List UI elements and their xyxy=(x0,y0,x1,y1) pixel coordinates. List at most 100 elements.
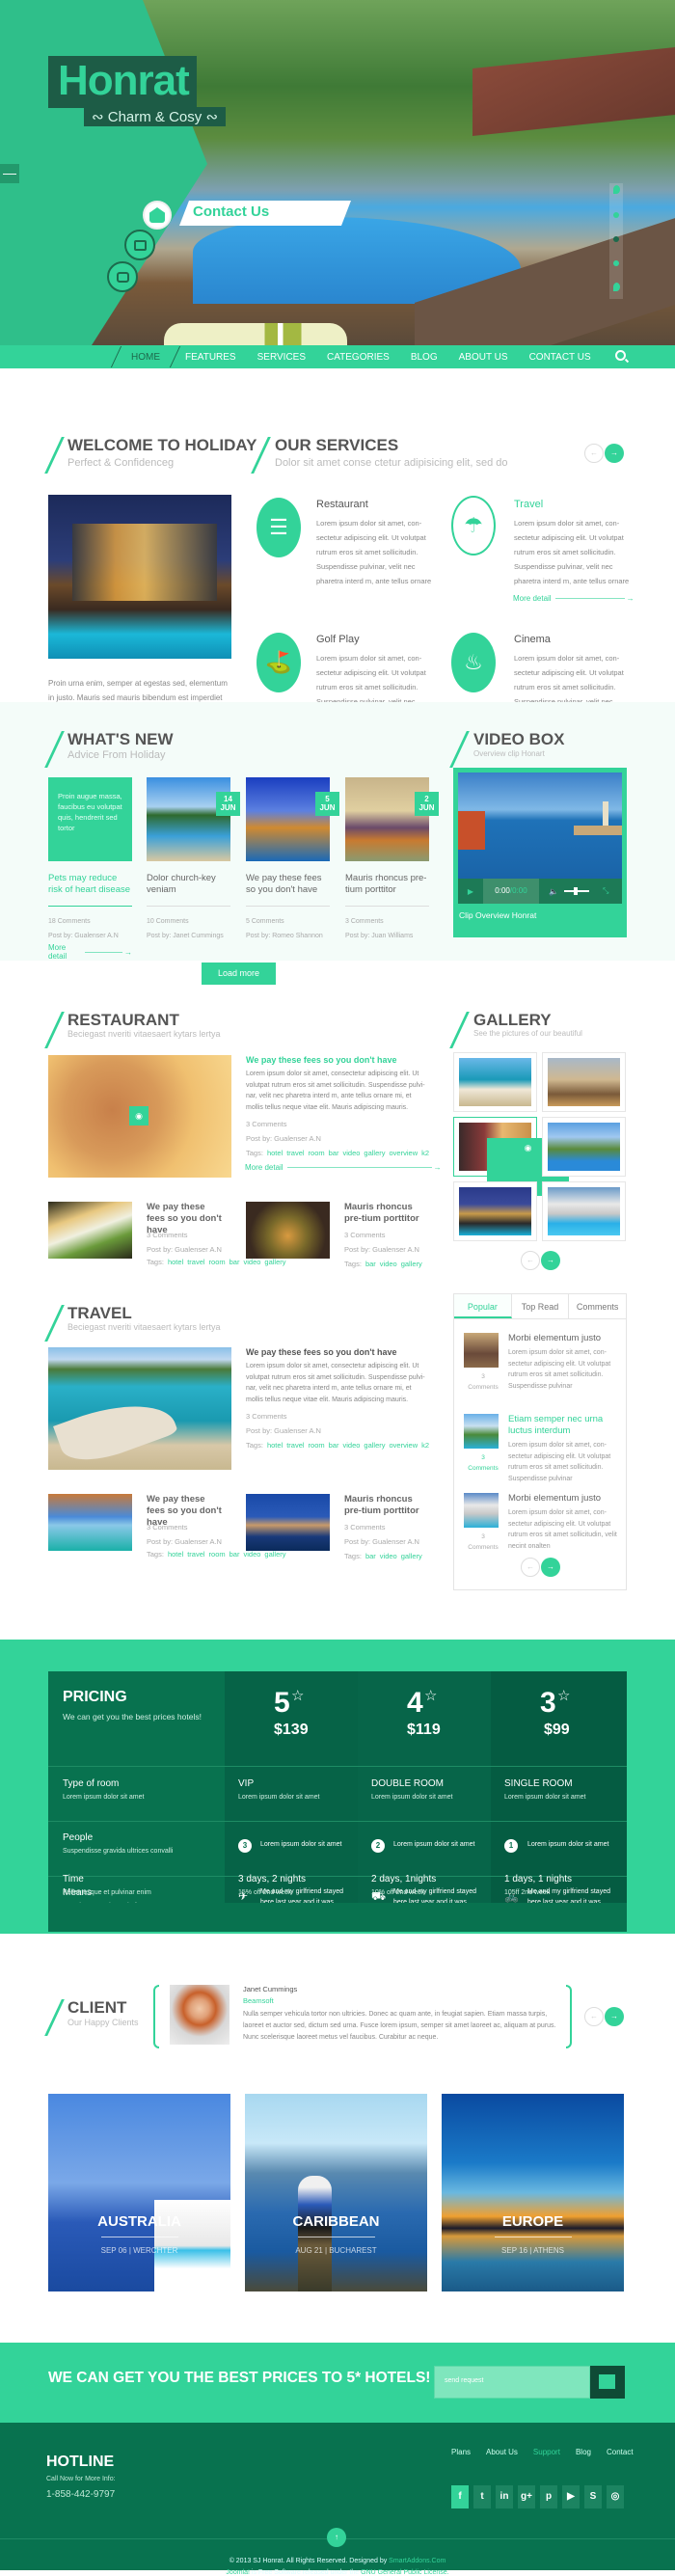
youtube-icon[interactable]: ▶ xyxy=(562,2485,580,2508)
article-title[interactable]: Mauris rhoncus pre-tium porttitor xyxy=(344,1202,426,1225)
article-thumb[interactable] xyxy=(48,1494,132,1551)
list-thumb[interactable] xyxy=(464,1333,499,1368)
volume-slider[interactable] xyxy=(563,887,589,895)
send-request-input[interactable]: send request xyxy=(434,2366,590,2399)
gallery-thumb[interactable] xyxy=(542,1117,626,1177)
pin-dot[interactable] xyxy=(613,236,619,242)
prev-button[interactable]: ← xyxy=(521,1251,540,1270)
list-title[interactable]: Morbi elementum justo xyxy=(508,1333,619,1344)
article-title[interactable]: We pay these fees so you don't have xyxy=(246,1347,397,1357)
list-title[interactable]: Etiam semper nec urna luctus interdum xyxy=(508,1414,619,1437)
prev-button[interactable]: ← xyxy=(584,2007,604,2026)
nav-home[interactable]: HOME xyxy=(127,352,164,363)
more-detail-link[interactable]: More detail → xyxy=(245,1163,442,1172)
twitter-icon[interactable]: t xyxy=(473,2485,491,2508)
logo[interactable]: Honrat xyxy=(48,56,197,108)
gallery-thumb[interactable]: ◉ xyxy=(453,1117,569,1196)
article-comments[interactable]: 3 Comments xyxy=(147,1228,188,1242)
side-panel-toggle[interactable]: — xyxy=(0,164,19,183)
nav-features[interactable]: FEATURES xyxy=(185,352,236,363)
nav-categories[interactable]: CATEGORIES xyxy=(327,352,390,363)
linkedin-icon[interactable]: in xyxy=(496,2485,513,2508)
next-button[interactable]: → xyxy=(605,444,624,463)
camera-icon[interactable] xyxy=(107,261,138,292)
footer-link-blog[interactable]: Blog xyxy=(576,2448,591,2456)
joomla-link[interactable]: Joomla! xyxy=(226,2569,250,2576)
dribbble-icon[interactable]: ◎ xyxy=(607,2485,624,2508)
restaurant-main-image[interactable]: ◉ xyxy=(48,1055,231,1178)
service-title[interactable]: Golf Play xyxy=(316,634,360,645)
list-thumb[interactable] xyxy=(464,1414,499,1449)
next-button[interactable]: → xyxy=(541,1558,560,1577)
news-card[interactable]: Proin augue massa, faucibus eu volutpat … xyxy=(48,777,132,961)
footer-link-about-us[interactable]: About Us xyxy=(486,2448,518,2456)
footer-link-plans[interactable]: Plans xyxy=(451,2448,471,2456)
article-comments[interactable]: 3 Comments xyxy=(147,1520,188,1534)
news-comments[interactable]: 5 Comments xyxy=(246,914,330,929)
more-detail-link[interactable]: More detail → xyxy=(513,594,634,603)
nav-contact-us[interactable]: CONTACT US xyxy=(529,352,591,363)
article-thumb[interactable] xyxy=(246,1202,330,1259)
tab-popular[interactable]: Popular xyxy=(454,1294,512,1318)
gallery-icon[interactable] xyxy=(124,230,155,260)
footer-link-contact[interactable]: Contact xyxy=(607,2448,634,2456)
article-thumb[interactable] xyxy=(48,1202,132,1259)
news-title[interactable]: Pets may reduce risk of heart disease xyxy=(48,873,132,896)
volume-icon[interactable]: 🔈 xyxy=(549,887,558,896)
destination-card-caribbean[interactable]: CARIBBEAN AUG 21 | BUCHAREST xyxy=(245,2094,427,2291)
facebook-icon[interactable]: f xyxy=(451,2485,469,2508)
pin-dot[interactable] xyxy=(613,260,619,266)
news-title[interactable]: Mauris rhoncus pre-tium porttitor xyxy=(345,873,429,896)
service-title[interactable]: Restaurant xyxy=(316,499,368,510)
more-detail-link[interactable]: More detail → xyxy=(48,943,132,961)
search-icon[interactable] xyxy=(615,350,626,361)
load-more-button[interactable]: Load more xyxy=(202,963,276,985)
googleplus-icon[interactable]: g+ xyxy=(518,2485,535,2508)
news-card[interactable]: 14 JUN Dolor church-key veniam 10 Comment… xyxy=(147,777,240,943)
pin-dot[interactable] xyxy=(613,212,619,218)
pinterest-icon[interactable]: p xyxy=(540,2485,557,2508)
article-comments[interactable]: 3 Comments xyxy=(344,1228,386,1242)
prev-button[interactable]: ← xyxy=(584,444,604,463)
footer-link-support[interactable]: Support xyxy=(533,2448,560,2456)
designer-link[interactable]: SmartAddons.Com xyxy=(389,2558,446,2564)
article-comments[interactable]: 3 Comments xyxy=(246,1117,287,1131)
back-to-top-button[interactable]: ↑ xyxy=(327,2528,346,2547)
news-comments[interactable]: 10 Comments xyxy=(147,914,230,929)
news-title[interactable]: Dolor church-key veniam xyxy=(147,873,230,896)
location-pin-icon[interactable] xyxy=(613,185,620,194)
next-button[interactable]: → xyxy=(605,2007,624,2026)
tab-comments[interactable]: Comments xyxy=(569,1294,626,1318)
video-player[interactable] xyxy=(458,773,622,879)
list-thumb[interactable] xyxy=(464,1493,499,1528)
news-comments[interactable]: 18 Comments xyxy=(48,914,132,929)
list-title[interactable]: Morbi elementum justo xyxy=(508,1493,619,1505)
service-title[interactable]: Travel xyxy=(514,499,543,510)
gallery-thumb[interactable] xyxy=(542,1052,626,1112)
tab-top-read[interactable]: Top Read xyxy=(512,1294,570,1318)
next-button[interactable]: → xyxy=(541,1251,560,1270)
contact-us-button[interactable]: Contact Us xyxy=(179,201,351,226)
travel-main-image[interactable] xyxy=(48,1347,231,1470)
eye-icon[interactable]: ◉ xyxy=(129,1106,148,1125)
gnu-license-link[interactable]: GNU General Public License. xyxy=(361,2569,448,2576)
play-icon[interactable]: ▶ xyxy=(458,887,483,896)
article-title[interactable]: We pay these fees so you don't have xyxy=(246,1055,397,1065)
skype-icon[interactable]: S xyxy=(584,2485,602,2508)
article-comments[interactable]: 3 Comments xyxy=(246,1409,287,1424)
news-card[interactable]: 2 JUN Mauris rhoncus pre-tium porttitor 3… xyxy=(345,777,439,943)
destination-card-europe[interactable]: EUROPE SEP 16 | ATHENS xyxy=(442,2094,624,2291)
nav-about-us[interactable]: ABOUT US xyxy=(459,352,508,363)
gallery-thumb[interactable] xyxy=(542,1181,626,1241)
prev-button[interactable]: ← xyxy=(521,1558,540,1577)
send-mail-button[interactable] xyxy=(590,2366,625,2399)
article-thumb[interactable] xyxy=(246,1494,330,1551)
article-comments[interactable]: 3 Comments xyxy=(344,1520,386,1534)
news-card[interactable]: 5 JUN We pay these fees so you don't have… xyxy=(246,777,339,943)
news-comments[interactable]: 3 Comments xyxy=(345,914,429,929)
client-company[interactable]: Beamsoft xyxy=(243,1996,274,2005)
mail-icon[interactable] xyxy=(143,201,172,230)
service-title[interactable]: Cinema xyxy=(514,634,551,645)
hotline-phone[interactable]: 1-858-442-9797 xyxy=(46,2489,115,2500)
article-title[interactable]: Mauris rhoncus pre-tium porttitor xyxy=(344,1494,426,1517)
